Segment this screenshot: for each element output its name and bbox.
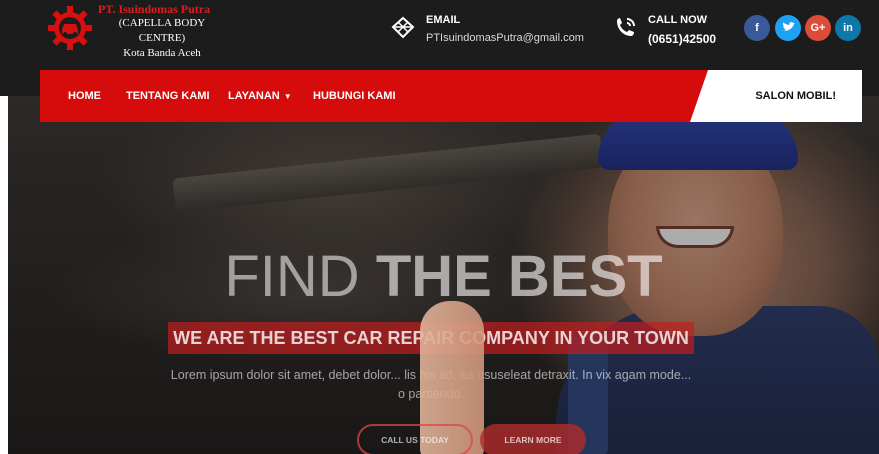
nav-contact[interactable]: HUBUNGI KAMI <box>313 90 396 102</box>
nav-home[interactable]: HOME <box>68 90 101 102</box>
facebook-icon[interactable]: f <box>744 15 770 41</box>
nav-about[interactable]: TENTANG KAMI <box>126 90 210 102</box>
hero-title-bold: THE BEST <box>375 244 663 309</box>
main-navigation: HOME TENTANG KAMI LAYANAN ▼ HUBUNGI KAMI … <box>40 70 862 122</box>
nav-services[interactable]: LAYANAN ▼ <box>228 90 292 102</box>
hero-slider: FIND THE BEST WE ARE THE BEST CAR REPAIR… <box>8 96 879 454</box>
caret-down-icon: ▼ <box>283 92 292 101</box>
email-label: EMAIL <box>426 14 461 26</box>
nav-services-label: LAYANAN <box>228 90 280 102</box>
phone-label: CALL NOW <box>648 14 708 26</box>
twitter-icon[interactable] <box>775 15 801 41</box>
gear-car-logo-icon[interactable] <box>47 5 93 51</box>
brand-subtitle: (CAPELLA BODY CENTRE) <box>118 17 206 44</box>
hero-title-light: FIND <box>224 244 376 309</box>
linkedin-icon[interactable]: in <box>835 15 861 41</box>
envelope-icon <box>391 16 415 39</box>
learn-more-button[interactable]: LEARN MORE <box>480 424 586 454</box>
call-us-button[interactable]: CALL US TODAY <box>357 424 473 454</box>
email-value[interactable]: PTIsuindomasPutra@gmail.com <box>426 32 584 44</box>
brand-city: Kota Banda Aceh <box>123 47 201 59</box>
brand-block[interactable]: PT. Isuindomas Putra (CAPELLA BODY CENTR… <box>98 3 238 61</box>
google-plus-icon[interactable]: G+ <box>805 15 831 41</box>
brand-name: PT. Isuindomas Putra <box>98 2 211 16</box>
hero-title: FIND THE BEST <box>8 243 879 310</box>
phone-icon <box>617 18 635 36</box>
nav-cta-link[interactable]: SALON MOBIL! <box>755 90 836 102</box>
phone-value[interactable]: (0651)42500 <box>648 32 716 46</box>
